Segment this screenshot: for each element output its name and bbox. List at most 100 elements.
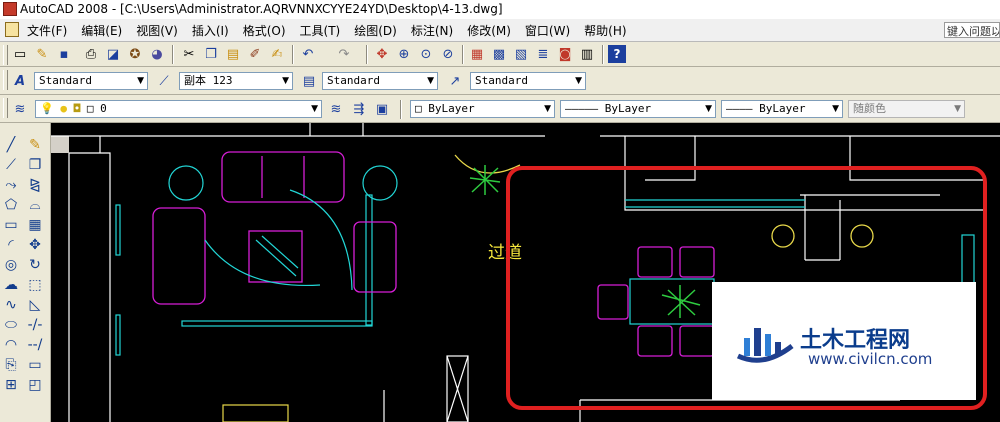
layer-manager-icon[interactable]: ≋ xyxy=(11,100,29,118)
revision-cloud-icon[interactable]: ☁ xyxy=(1,275,21,295)
zoom-realtime-icon[interactable]: ⊕ xyxy=(395,45,413,63)
menu-format[interactable]: 格式(O) xyxy=(243,22,286,39)
copy-icon[interactable]: ❐ xyxy=(202,45,220,63)
markup-icon[interactable]: ◙ xyxy=(556,45,574,63)
menu-window[interactable]: 窗口(W) xyxy=(525,22,570,39)
linetype-select[interactable]: ————— ByLayer ▼ xyxy=(560,100,716,118)
layer-color-swatch: □ xyxy=(86,102,94,115)
text-style-select[interactable]: Standard ▼ xyxy=(34,72,148,90)
erase-icon[interactable]: ✎ xyxy=(25,135,45,155)
tool-palettes-icon[interactable]: ▧ xyxy=(512,45,530,63)
dim-style-value: 副本 123 xyxy=(184,74,233,87)
styles-toolbar: A Standard ▼ ⟋ 副本 123 ▼ ▤ Standard ▼ ↗ Stan… xyxy=(0,67,1000,95)
make-current-layer-icon[interactable]: ≋ xyxy=(327,100,345,118)
chamfer-icon[interactable]: ◰ xyxy=(25,375,45,395)
stretch-icon[interactable]: ◺ xyxy=(25,295,45,315)
toolbar-grip[interactable] xyxy=(3,70,8,90)
lineweight-value: ByLayer xyxy=(759,102,806,115)
save-icon[interactable]: ▪ xyxy=(55,45,73,63)
menu-view[interactable]: 视图(V) xyxy=(136,22,178,39)
color-select[interactable]: □ ByLayer ▼ xyxy=(410,100,555,118)
plot-icon[interactable]: ⎙ xyxy=(82,45,100,63)
plot-preview-icon[interactable]: ◪ xyxy=(104,45,122,63)
toolbar-grip[interactable] xyxy=(3,45,8,65)
menu-tools[interactable]: 工具(T) xyxy=(300,22,341,39)
break-icon[interactable]: ▭ xyxy=(25,355,45,375)
open-icon[interactable]: ✎ xyxy=(33,45,51,63)
plotstyle-select: 随颜色 ▼ xyxy=(848,100,965,118)
chevron-down-icon: ▼ xyxy=(832,104,839,114)
dim-style-select[interactable]: 副本 123 ▼ xyxy=(179,72,293,90)
move-icon[interactable]: ✥ xyxy=(25,235,45,255)
publish-icon[interactable]: ✪ xyxy=(126,45,144,63)
pan-icon[interactable]: ✥ xyxy=(373,45,391,63)
table-style-icon[interactable]: ▤ xyxy=(300,72,318,90)
offset-icon[interactable]: ⌓ xyxy=(25,195,45,215)
menu-help[interactable]: 帮助(H) xyxy=(584,22,626,39)
multileader-style-value: Standard xyxy=(475,74,528,87)
layer-states-icon[interactable]: ▣ xyxy=(373,100,391,118)
mirror-icon[interactable]: ⧎ xyxy=(25,175,45,195)
menu-insert[interactable]: 插入(I) xyxy=(192,22,229,39)
ellipse-icon[interactable]: ⬭ xyxy=(1,315,21,335)
layer-previous-icon[interactable]: ⇶ xyxy=(350,100,368,118)
copy-object-icon[interactable]: ❐ xyxy=(25,155,45,175)
layer-select[interactable]: 💡 ● ◘ □ 0 ▼ xyxy=(35,100,322,118)
color-value: ByLayer xyxy=(428,102,475,115)
civilcn-logo-icon xyxy=(736,328,794,363)
3d-dwf-icon[interactable]: ◕ xyxy=(148,45,166,63)
sheet-set-icon[interactable]: ≣ xyxy=(534,45,552,63)
circle-icon[interactable]: ◎ xyxy=(1,255,21,275)
cut-icon[interactable]: ✂ xyxy=(180,45,198,63)
watermark-url: www.civilcn.com xyxy=(808,350,933,368)
help-icon[interactable]: ? xyxy=(608,45,626,63)
multileader-style-select[interactable]: Standard ▼ xyxy=(470,72,586,90)
trim-icon[interactable]: -/- xyxy=(25,315,45,335)
menu-edit[interactable]: 编辑(E) xyxy=(81,22,122,39)
insert-block-icon[interactable]: ⎘ xyxy=(1,355,21,375)
polygon-icon[interactable]: ⬠ xyxy=(1,195,21,215)
chevron-down-icon: ▼ xyxy=(544,104,551,114)
new-icon[interactable]: ▭ xyxy=(11,45,29,63)
autocad-app-icon[interactable] xyxy=(3,2,17,16)
menu-modify[interactable]: 修改(M) xyxy=(467,22,511,39)
chevron-down-icon: ▼ xyxy=(705,104,712,114)
document-icon[interactable] xyxy=(5,22,19,37)
menu-dimension[interactable]: 标注(N) xyxy=(411,22,453,39)
quickcalc-icon[interactable]: ▥ xyxy=(578,45,596,63)
title-bar: AutoCAD 2008 - [C:\Users\Administrator.A… xyxy=(0,0,1000,20)
line-icon[interactable]: ╱ xyxy=(1,135,21,155)
zoom-previous-icon[interactable]: ⊘ xyxy=(439,45,457,63)
properties-icon[interactable]: ▦ xyxy=(468,45,486,63)
multileader-style-icon[interactable]: ↗ xyxy=(446,72,464,90)
construction-line-icon[interactable]: ⟋ xyxy=(1,155,21,175)
menu-file[interactable]: 文件(F) xyxy=(27,22,67,39)
array-icon[interactable]: ▦ xyxy=(25,215,45,235)
chevron-down-icon: ▼ xyxy=(575,76,582,86)
rotate-icon[interactable]: ↻ xyxy=(25,255,45,275)
ellipse-arc-icon[interactable]: ◠ xyxy=(1,335,21,355)
paste-icon[interactable]: ▤ xyxy=(224,45,242,63)
lineweight-select[interactable]: ———— ByLayer ▼ xyxy=(721,100,843,118)
block-editor-icon[interactable]: ✍ xyxy=(268,45,286,63)
table-style-select[interactable]: Standard ▼ xyxy=(322,72,438,90)
menu-bar: 文件(F) 编辑(E) 视图(V) 插入(I) 格式(O) 工具(T) 绘图(D… xyxy=(0,19,1000,42)
room-label-corridor: 过道 xyxy=(488,243,522,263)
design-center-icon[interactable]: ▩ xyxy=(490,45,508,63)
polyline-icon[interactable]: ⤳ xyxy=(1,175,21,195)
menu-draw[interactable]: 绘图(D) xyxy=(354,22,397,39)
extend-icon[interactable]: --/ xyxy=(25,335,45,355)
arc-icon[interactable]: ◜ xyxy=(1,235,21,255)
rectangle-icon[interactable]: ▭ xyxy=(1,215,21,235)
scale-icon[interactable]: ⬚ xyxy=(25,275,45,295)
redo-icon[interactable]: ↷ xyxy=(335,45,353,63)
help-search-input[interactable]: 键入问题以 xyxy=(944,22,1000,38)
toolbar-grip[interactable] xyxy=(3,98,8,118)
text-style-icon[interactable]: A xyxy=(11,72,29,90)
spline-icon[interactable]: ∿ xyxy=(1,295,21,315)
zoom-window-icon[interactable]: ⊙ xyxy=(417,45,435,63)
undo-icon[interactable]: ↶ xyxy=(299,45,317,63)
make-block-icon[interactable]: ⊞ xyxy=(1,375,21,395)
dim-style-icon[interactable]: ⟋ xyxy=(155,72,173,90)
match-properties-icon[interactable]: ✐ xyxy=(246,45,264,63)
